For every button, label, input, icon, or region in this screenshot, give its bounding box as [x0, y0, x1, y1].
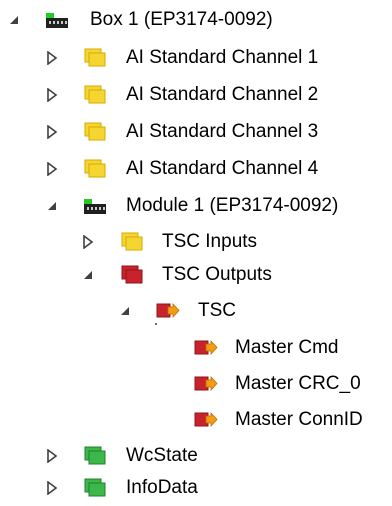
green-status-folder-icon	[80, 470, 110, 506]
tree-node-master-crc-0[interactable]: Master CRC_0	[0, 366, 392, 402]
collapsed-triangle-icon[interactable]	[76, 224, 100, 260]
tree-node-master-connid[interactable]: Master ConnID	[0, 402, 392, 438]
red-output-variable-icon	[190, 330, 220, 366]
yellow-input-folder-icon	[80, 77, 110, 113]
collapsed-triangle-icon[interactable]	[40, 77, 64, 113]
red-output-variable-icon	[190, 402, 220, 438]
collapsed-triangle-icon[interactable]	[40, 40, 64, 76]
tree-node-label: AI Standard Channel 1	[126, 47, 319, 68]
tree-node-label: Box 1 (EP3174-0092)	[90, 9, 273, 30]
collapsed-triangle-icon[interactable]	[40, 114, 64, 150]
tree-node-ai-standard-channel-1[interactable]: AI Standard Channel 1	[0, 40, 392, 76]
tree-node-label: AI Standard Channel 4	[126, 158, 319, 179]
tree-node-label: Master Cmd	[235, 337, 339, 358]
tree-node-label: Master CRC_0	[235, 373, 361, 394]
box-module-icon	[80, 188, 110, 224]
box-module-icon	[42, 2, 72, 38]
red-output-variable-icon	[190, 366, 220, 402]
red-output-variable-icon	[152, 293, 182, 329]
expanded-triangle-icon[interactable]	[113, 293, 137, 329]
green-status-folder-icon	[80, 438, 110, 474]
expanded-triangle-icon[interactable]	[2, 2, 26, 38]
yellow-input-folder-icon	[117, 224, 147, 260]
tree-node-label: AI Standard Channel 3	[126, 121, 319, 142]
tree-node-wcstate[interactable]: WcState	[0, 438, 392, 474]
yellow-input-folder-icon	[80, 151, 110, 187]
tree-node-label: WcState	[126, 445, 198, 466]
collapsed-triangle-icon[interactable]	[40, 470, 64, 506]
tree-node-tsc[interactable]: TSC	[0, 293, 392, 329]
collapsed-triangle-icon[interactable]	[40, 151, 64, 187]
red-output-folder-icon	[117, 257, 147, 293]
expanded-triangle-icon[interactable]	[76, 257, 100, 293]
tree-node-ai-standard-channel-3[interactable]: AI Standard Channel 3	[0, 114, 392, 150]
tree-node-label: TSC Inputs	[162, 231, 258, 252]
yellow-input-folder-icon	[80, 40, 110, 76]
tree-node-label: TSC Outputs	[162, 264, 272, 285]
expanded-triangle-icon[interactable]	[40, 188, 64, 224]
tree-node-label: AI Standard Channel 2	[126, 84, 319, 105]
io-tree-view: Box 1 (EP3174-0092) AI Standard Channel …	[0, 0, 392, 502]
tree-node-infodata[interactable]: InfoData	[0, 470, 392, 506]
tree-node-label: TSC	[198, 300, 236, 321]
tree-node-master-cmd[interactable]: Master Cmd	[0, 330, 392, 366]
tree-node-box-1[interactable]: Box 1 (EP3174-0092)	[0, 2, 392, 38]
tree-node-module-1[interactable]: Module 1 (EP3174-0092)	[0, 188, 392, 224]
collapsed-triangle-icon[interactable]	[40, 438, 64, 474]
tree-node-tsc-outputs[interactable]: TSC Outputs	[0, 257, 392, 293]
tree-node-tsc-inputs[interactable]: TSC Inputs	[0, 224, 392, 260]
yellow-input-folder-icon	[80, 114, 110, 150]
tree-node-label: InfoData	[126, 477, 198, 498]
tree-node-ai-standard-channel-4[interactable]: AI Standard Channel 4	[0, 151, 392, 187]
tree-node-label: Master ConnID	[235, 409, 363, 430]
tree-node-label: Module 1 (EP3174-0092)	[126, 195, 339, 216]
tree-node-ai-standard-channel-2[interactable]: AI Standard Channel 2	[0, 77, 392, 113]
